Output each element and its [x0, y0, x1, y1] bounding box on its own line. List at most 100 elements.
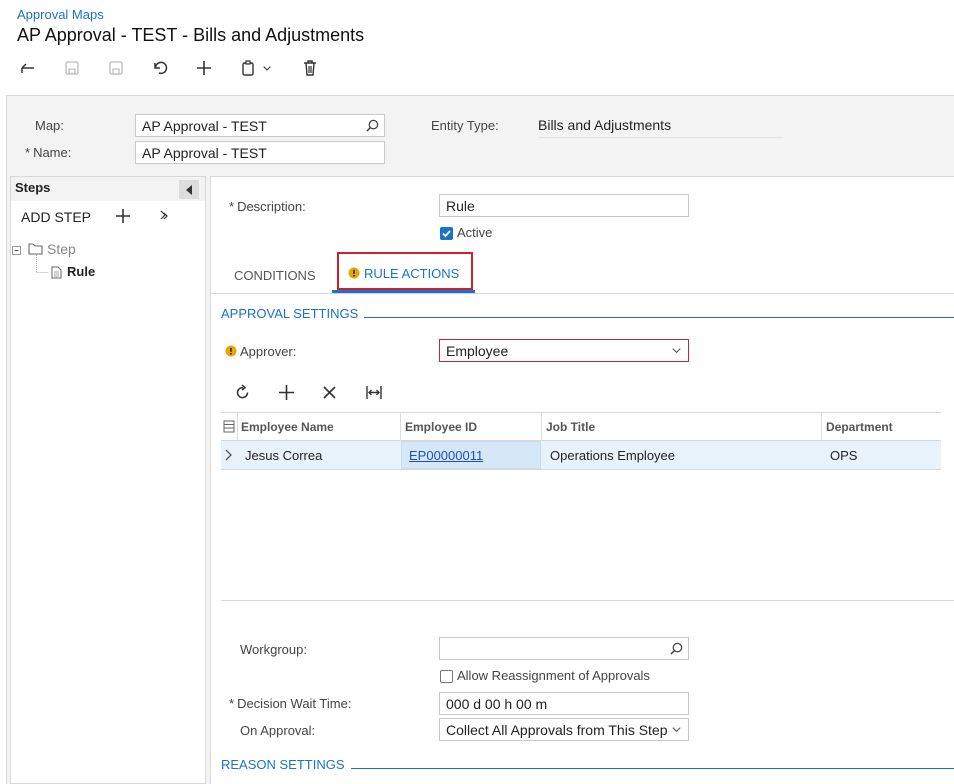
col-job-title[interactable]: Job Title	[546, 420, 595, 434]
col-employee-name[interactable]: Employee Name	[241, 420, 334, 434]
delete-icon	[304, 60, 316, 76]
add-row-icon[interactable]	[278, 384, 295, 401]
approval-settings-title: APPROVAL SETTINGS	[221, 306, 359, 321]
description-label-text: Description:	[237, 199, 306, 214]
reason-settings-title: REASON SETTINGS	[221, 757, 345, 772]
section-divider	[364, 317, 954, 318]
add-icon	[197, 61, 211, 75]
col-employee-id[interactable]: Employee ID	[405, 420, 477, 434]
description-value: Rule	[446, 198, 475, 214]
tree-item-step[interactable]: Step	[47, 241, 76, 257]
column-settings-icon[interactable]	[223, 420, 235, 433]
entity-type-label: Entity Type:	[431, 118, 499, 133]
undo-icon	[154, 61, 168, 75]
breadcrumb[interactable]: Approval Maps	[17, 7, 104, 22]
add-button[interactable]	[191, 55, 217, 81]
tab-active-underline	[332, 290, 475, 293]
steps-title: Steps	[15, 180, 51, 195]
map-label: Map:	[35, 118, 64, 133]
document-icon	[51, 266, 62, 279]
approver-value: Employee	[446, 343, 509, 359]
on-approval-value: Collect All Approvals from This Step	[446, 722, 668, 738]
save-close-button[interactable]	[59, 55, 85, 81]
allow-reassignment-label: Allow Reassignment of Approvals	[457, 668, 650, 683]
cell-department: OPS	[830, 448, 858, 463]
description-label: * Description:	[229, 199, 306, 214]
tab-rule-actions-label: RULE ACTIONS	[364, 266, 460, 281]
active-label: Active	[457, 225, 493, 240]
on-approval-label: On Approval:	[240, 723, 316, 738]
decision-wait-value: 000 d 00 h 00 m	[446, 696, 548, 712]
save-close-icon	[65, 61, 79, 75]
workgroup-label: Workgroup:	[240, 642, 307, 657]
search-icon[interactable]	[365, 118, 380, 133]
name-label: * Name:	[25, 145, 71, 160]
save-button[interactable]	[103, 55, 129, 81]
map-field[interactable]: AP Approval - TEST	[135, 114, 385, 137]
decision-wait-label: * Decision Wait Time:	[229, 696, 351, 711]
decision-wait-field[interactable]: 000 d 00 h 00 m	[439, 692, 689, 715]
on-approval-select[interactable]: Collect All Approvals from This Step	[439, 718, 689, 741]
approver-select[interactable]: Employee	[439, 339, 689, 362]
decision-wait-label-text: Decision Wait Time:	[237, 696, 352, 711]
column-separator	[821, 413, 822, 441]
copy-paste-icon	[242, 60, 254, 76]
fit-columns-icon[interactable]	[365, 384, 383, 401]
save-icon	[109, 61, 123, 75]
rule-panel: * Description: Rule Active CONDITIONS RUL…	[210, 176, 954, 784]
add-step-button[interactable]: ADD STEP	[21, 209, 91, 225]
expand-all-icon[interactable]	[159, 210, 169, 222]
column-separator	[400, 413, 401, 441]
chevron-down-icon	[672, 348, 681, 354]
collapse-panel-button[interactable]	[179, 180, 199, 199]
required-mark: *	[25, 145, 31, 160]
folder-icon	[28, 243, 43, 255]
name-field[interactable]: AP Approval - TEST	[135, 141, 385, 164]
allow-reassignment-checkbox[interactable]	[440, 670, 453, 683]
refresh-icon[interactable]	[234, 384, 251, 401]
cell-employee-id-link[interactable]: EP00000011	[409, 448, 483, 463]
approver-label: Approver:	[240, 344, 297, 359]
name-label-text: Name:	[33, 145, 72, 160]
table-row[interactable]: Jesus Correa EP00000011 Operations Emplo…	[221, 441, 941, 470]
entity-type-value: Bills and Adjustments	[538, 117, 783, 138]
chevron-down-icon	[263, 66, 271, 71]
search-icon[interactable]	[669, 641, 684, 656]
required-mark: *	[229, 696, 235, 711]
tab-rule-actions[interactable]: RULE ACTIONS	[337, 252, 473, 290]
name-value: AP Approval - TEST	[142, 145, 267, 161]
checkmark-icon	[442, 230, 451, 238]
description-field[interactable]: Rule	[439, 194, 689, 217]
warning-icon	[225, 345, 237, 357]
cell-employee-name: Jesus Correa	[245, 448, 323, 463]
page-title: AP Approval - TEST - Bills and Adjustmen…	[17, 25, 365, 45]
col-department[interactable]: Department	[826, 420, 893, 434]
grid-bottom-border	[221, 600, 954, 601]
steps-panel: Steps ADD STEP Step Rule	[10, 176, 206, 784]
active-checkbox[interactable]	[440, 227, 453, 240]
required-mark: *	[229, 199, 235, 214]
tab-conditions[interactable]: CONDITIONS	[234, 268, 316, 283]
back-button[interactable]	[15, 55, 41, 81]
row-selector-icon	[225, 449, 232, 461]
caret-left-icon	[186, 184, 192, 195]
section-divider	[351, 768, 954, 769]
undo-button[interactable]	[147, 55, 173, 81]
cell-job-title: Operations Employee	[550, 448, 676, 463]
delete-button[interactable]	[297, 55, 323, 81]
column-separator	[541, 413, 542, 441]
tab-divider	[211, 293, 954, 294]
add-icon[interactable]	[115, 208, 131, 224]
tree-item-rule[interactable]: Rule	[67, 264, 95, 279]
delete-row-icon[interactable]	[322, 385, 337, 400]
copy-paste-button[interactable]	[235, 55, 261, 81]
workgroup-field[interactable]	[439, 637, 689, 660]
back-icon	[21, 63, 34, 73]
steps-panel-header: Steps	[11, 177, 205, 201]
warning-icon	[348, 267, 360, 279]
chevron-down-icon	[672, 727, 681, 733]
copy-paste-menu-button[interactable]	[259, 55, 275, 81]
column-separator	[237, 413, 238, 441]
map-value: AP Approval - TEST	[142, 118, 267, 134]
grid-header: Employee Name Employee ID Job Title Depa…	[221, 412, 941, 441]
